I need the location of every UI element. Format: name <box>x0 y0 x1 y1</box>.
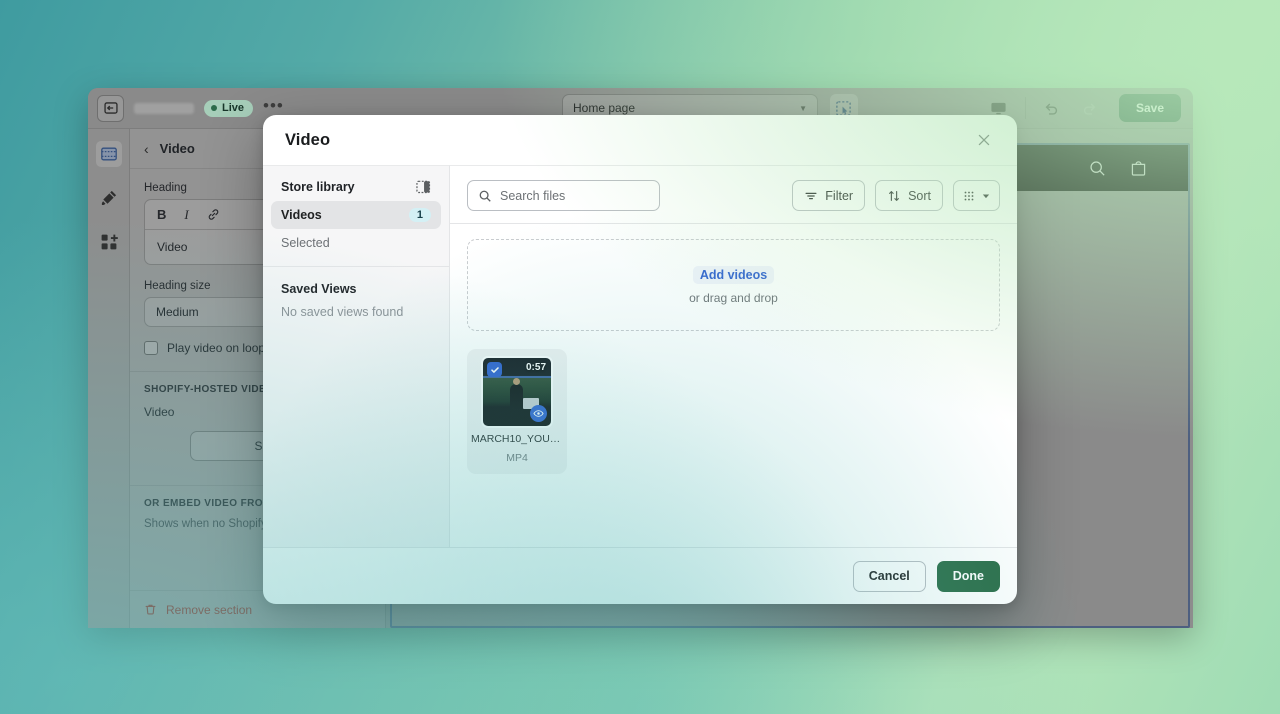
chevron-left-icon[interactable]: ‹ <box>144 141 149 157</box>
filter-label: Filter <box>825 188 854 203</box>
sort-button[interactable]: Sort <box>875 180 943 211</box>
page-selector-value: Home page <box>572 101 636 115</box>
grid-view-icon <box>962 189 976 203</box>
select-video-modal: Video Store library Videos 1 Selected Sa… <box>263 115 1017 604</box>
files-content: Add videos or drag and drop 0:57 MARCH10… <box>450 224 1017 547</box>
sidebar-item-videos-label: Videos <box>281 208 322 222</box>
checkbox-icon <box>144 341 158 355</box>
redo-icon <box>1071 88 1109 129</box>
cart-icon[interactable] <box>1129 159 1148 178</box>
editor-icon-rail <box>88 129 130 628</box>
search-icon[interactable] <box>1088 159 1107 178</box>
desktop-backdrop: Live ••• Home page ▼ Save ‹ Video Headin… <box>0 0 1280 714</box>
files-toolbar: Filter Sort <box>450 166 1017 224</box>
modal-header: Video <box>263 115 1017 165</box>
thumbnail-person <box>510 378 523 410</box>
modal-main: Filter Sort <box>450 165 1017 547</box>
modal-body: Store library Videos 1 Selected Saved Vi… <box>263 165 1017 547</box>
videos-count-badge: 1 <box>408 208 431 222</box>
sidebar-item-selected[interactable]: Selected <box>271 229 441 257</box>
store-library-row: Store library <box>271 173 441 201</box>
cancel-button[interactable]: Cancel <box>852 560 926 592</box>
modal-footer: Cancel Done <box>263 547 1017 604</box>
sidebar-item-videos[interactable]: Videos 1 <box>271 201 441 229</box>
chevron-down-icon <box>981 191 991 201</box>
close-icon[interactable] <box>969 125 999 155</box>
italic-icon[interactable]: I <box>184 207 188 223</box>
search-input[interactable] <box>467 180 660 211</box>
video-duration: 0:57 <box>525 362 546 373</box>
exit-icon[interactable] <box>97 94 124 122</box>
page-title: Video <box>159 141 195 156</box>
search-field[interactable] <box>500 188 649 203</box>
done-button[interactable]: Done <box>936 560 1000 592</box>
live-label: Live <box>222 101 245 114</box>
status-badge-live: Live <box>204 99 254 117</box>
saved-views-title: Saved Views <box>281 282 357 296</box>
save-button[interactable]: Save <box>1118 94 1181 122</box>
add-videos-button[interactable]: Add videos <box>692 265 775 284</box>
upload-dropzone[interactable]: Add videos or drag and drop <box>467 239 1000 331</box>
topbar-divider <box>1024 97 1026 119</box>
link-icon[interactable] <box>207 208 220 221</box>
saved-views-empty: No saved views found <box>281 305 404 319</box>
eye-icon[interactable] <box>530 405 547 422</box>
search-icon <box>478 189 492 203</box>
sidebar-item-sections[interactable] <box>95 141 122 167</box>
more-menu-button[interactable]: ••• <box>263 97 284 116</box>
list-item[interactable]: 0:57 MARCH10_YOUT... MP4 <box>467 349 567 474</box>
undo-icon[interactable] <box>1033 88 1071 129</box>
filter-button[interactable]: Filter <box>792 180 866 211</box>
view-mode-button[interactable] <box>953 180 1000 211</box>
chevron-down-icon: ▼ <box>799 103 807 113</box>
select-checkbox-icon[interactable] <box>487 362 502 377</box>
store-library-label: Store library <box>281 180 355 194</box>
modal-title: Video <box>285 130 331 149</box>
video-thumbnail[interactable]: 0:57 <box>481 356 553 428</box>
trash-icon <box>144 603 157 616</box>
store-name-blurred <box>134 102 194 114</box>
bold-icon[interactable]: B <box>157 207 166 222</box>
sort-label: Sort <box>908 188 931 203</box>
modal-sidebar: Store library Videos 1 Selected Saved Vi… <box>263 165 450 547</box>
live-dot-icon <box>211 104 217 111</box>
sidebar-divider <box>263 266 449 267</box>
sidebar-item-selected-label: Selected <box>281 236 330 250</box>
filter-icon <box>804 189 818 203</box>
file-type: MP4 <box>506 452 528 464</box>
files-grid: 0:57 MARCH10_YOUT... MP4 <box>467 331 1000 474</box>
panel-toggle-icon[interactable] <box>416 180 431 194</box>
sidebar-item-theme-settings[interactable] <box>96 185 122 211</box>
sort-arrows-icon <box>887 189 901 203</box>
remove-section-label: Remove section <box>166 602 253 617</box>
sidebar-item-apps[interactable] <box>96 229 122 255</box>
file-name: MARCH10_YOUT... <box>471 433 563 445</box>
play-video-on-loop-label: Play video on loop <box>167 341 266 355</box>
drag-and-drop-hint: or drag and drop <box>689 290 778 305</box>
